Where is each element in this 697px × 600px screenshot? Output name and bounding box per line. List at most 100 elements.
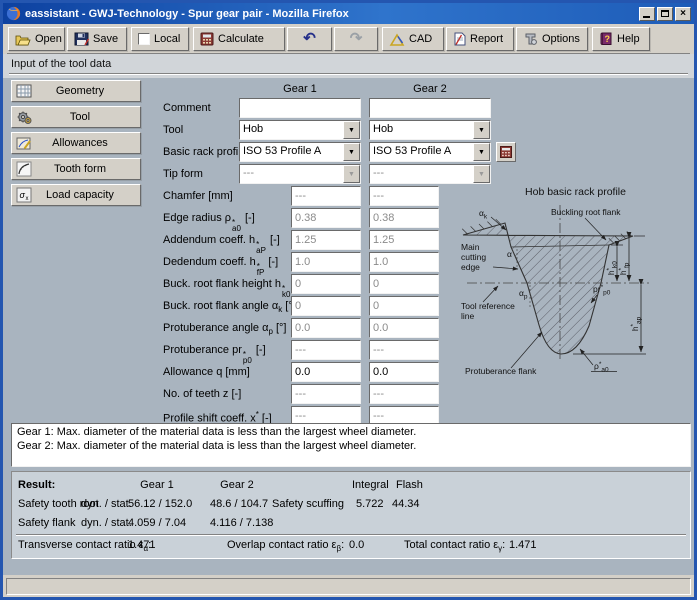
field-protuberance-angle-gear2 [369,318,439,338]
total-contact-ratio-value: 1.471 [509,539,537,551]
form-label-chamfer: Chamfer [mm] [163,190,233,202]
open-folder-icon [15,33,31,46]
local-label: Local [154,33,180,45]
safety-scuffing-integral: 5.722 [356,498,384,510]
alpha-p-label: αp [519,288,528,301]
message-box: Gear 1: Max. diameter of the material da… [11,423,691,467]
geometry-icon [14,83,34,99]
form-label-basic-rack-profile: Basic rack profile [163,146,247,158]
help-button[interactable]: ? Help [592,27,650,51]
firefox-icon [6,6,21,21]
form-label-buck-root-flank-height: Buck. root flank height h*k0 [-] [163,278,304,298]
calculate-button[interactable]: Calculate [193,27,285,51]
result-divider [16,534,686,536]
status-panel [6,578,691,595]
sidebar-item-allowances[interactable]: Allowances [11,132,141,154]
section-divider [9,73,688,75]
sidebar-item-tooth-form[interactable]: Tooth form [11,158,141,180]
field-addendum-coeff-gear2 [369,230,439,250]
select-basic-rack-profile-gear1[interactable]: ISO 53 Profile A▼ [239,142,361,162]
save-floppy-icon [74,32,89,46]
field-buck-root-flank-height-gear1 [291,274,361,294]
safety-scuffing-label: Safety scuffing [272,498,344,510]
application-window: eassistant - GWJ-Technology - Spur gear … [0,0,697,600]
save-button[interactable]: Save [67,27,127,51]
calculate-label: Calculate [218,33,264,45]
dropdown-arrow-icon: ▼ [473,165,490,183]
select-value-basic-rack-profile-gear1: ISO 53 Profile A [240,143,343,161]
form-label-buck-root-flank-angle: Buck. root flank angle αk [°] [163,300,296,314]
title-bar: eassistant - GWJ-Technology - Spur gear … [3,3,694,24]
maximize-button[interactable] [657,7,673,21]
safety-scuffing-flash: 44.34 [392,498,420,510]
dropdown-arrow-icon[interactable]: ▼ [343,143,360,161]
tooth-form-icon [14,161,34,177]
field-protuberance-angle-gear1 [291,318,361,338]
open-button[interactable]: Open [8,27,65,51]
cad-button[interactable]: CAD [382,27,444,51]
transverse-contact-ratio-value: 1.471 [128,539,156,551]
dropdown-arrow-icon[interactable]: ▼ [343,121,360,139]
status-bar [3,575,694,597]
field-comment-gear1[interactable] [239,98,361,118]
svg-text:x: x [26,196,29,202]
gear2-column-header: Gear 2 [369,83,491,95]
safety-flank-mode: dyn. / stat. [81,517,132,529]
diagram-title: Hob basic rack profile [453,186,697,198]
calculator-icon [200,32,214,46]
load-capacity-icon: σx [14,187,34,203]
overlap-contact-ratio-value: 0.0 [349,539,364,551]
minimize-button[interactable] [639,7,655,21]
main-cutting-edge-label-2: cutting [461,252,486,262]
undo-button[interactable]: ↶ [287,27,332,51]
field-allowance-q-gear1[interactable] [291,362,361,382]
form-label-protuberance-angle: Protuberance angle αp [°] [163,322,286,336]
sidebar-item-tool[interactable]: Tool [11,106,141,128]
svg-text:?: ? [605,34,611,44]
options-clamp-icon [523,32,538,46]
sidebar-item-geometry[interactable]: Geometry [11,80,141,102]
report-button[interactable]: Report [446,27,514,51]
form-label-addendum-coeff: Addendum coeff. h*aP [-] [163,234,280,254]
result-panel: Result: Gear 1 Gear 2 Integral Flash Saf… [11,471,691,559]
dropdown-arrow-icon: ▼ [343,165,360,183]
select-basic-rack-profile-gear2[interactable]: ISO 53 Profile A▼ [369,142,491,162]
form-label-no-of-teeth: No. of teeth z [-] [163,388,241,400]
field-comment-gear2[interactable] [369,98,491,118]
hob-rack-profile-diagram: αk Buckling root flank Main cutting edge… [453,199,697,395]
select-tip-form-gear2: ---▼ [369,164,491,184]
safety-flank-label: Safety flank [18,517,75,529]
form-label-allowance-q: Allowance q [mm] [163,366,250,378]
form-label-tip-form: Tip form [163,168,203,180]
result-col-flash: Flash [396,479,423,491]
close-button[interactable]: × [675,7,691,21]
local-checkbox[interactable] [138,33,150,45]
local-checkbox-group[interactable]: Local [131,27,189,51]
buckling-root-flank-label: Buckling root flank [551,207,621,217]
sidebar-item-load-capacity[interactable]: σx Load capacity [11,184,141,206]
field-chamfer-gear2 [369,186,439,206]
main-cutting-edge-label-3: edge [461,262,480,272]
open-label: Open [35,33,62,45]
select-tip-form-gear1: ---▼ [239,164,361,184]
field-buck-root-flank-height-gear2 [369,274,439,294]
options-button[interactable]: Options [516,27,588,51]
section-header: Input of the tool data [3,54,694,78]
field-edge-radius-gear2 [369,208,439,228]
dropdown-arrow-icon[interactable]: ▼ [473,121,490,139]
tool-icon [14,109,34,125]
dropdown-arrow-icon[interactable]: ▼ [473,143,490,161]
redo-icon: ↷ [350,32,363,46]
rack-profile-edit-button[interactable] [496,142,516,162]
help-label: Help [617,33,640,45]
protuberance-flank-label: Protuberance flank [465,366,537,376]
undo-icon: ↶ [303,32,316,46]
safety-flank-gear1: 4.059 / 7.04 [128,517,186,529]
warning-message-gear2: Gear 2: Max. diameter of the material da… [17,439,685,453]
field-dedendum-coeff-gear1 [291,252,361,272]
select-value-tip-form-gear1: --- [240,165,343,183]
select-tool-gear2[interactable]: Hob▼ [369,120,491,140]
select-tool-gear1[interactable]: Hob▼ [239,120,361,140]
safety-flank-gear2: 4.116 / 7.138 [210,517,273,529]
field-allowance-q-gear2[interactable] [369,362,439,382]
